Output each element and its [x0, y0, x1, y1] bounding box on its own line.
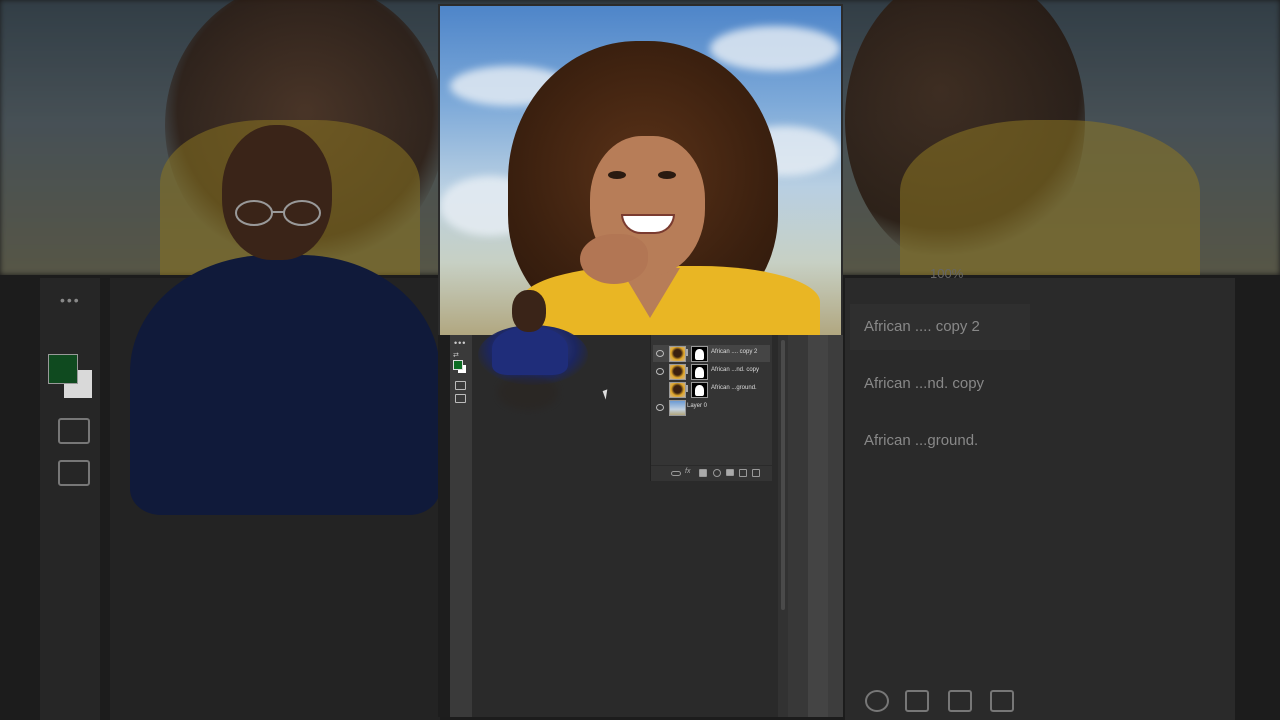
add-mask-icon[interactable]: [699, 469, 707, 477]
layer-mask-thumbnail[interactable]: [691, 364, 708, 380]
layer-name: Layer 0: [687, 403, 708, 409]
scrollbar-thumb[interactable]: [781, 340, 785, 610]
layer-thumbnail: [669, 364, 686, 380]
photoshop-workspace: ••• ⇄ African .... copy 2 African ...nd.…: [438, 290, 843, 717]
tools-panel: ••• ⇄: [450, 335, 472, 717]
adjustment-layer-icon[interactable]: [713, 469, 721, 477]
background-screenmode-icon: [58, 460, 90, 486]
layers-panel-footer: fx: [651, 465, 772, 480]
ps-left-edge: [438, 335, 450, 717]
background-trash-icon: [990, 690, 1014, 712]
panel-dock: [828, 335, 843, 717]
background-shirt-right: [900, 120, 1200, 280]
background-zoom-text: 100%: [930, 266, 964, 281]
background-quickmask-icon: [58, 418, 90, 444]
background-new-layer-icon: [948, 690, 972, 712]
presenter-glasses: [235, 200, 321, 226]
presenter-reflection: [498, 375, 558, 410]
fx-icon[interactable]: fx: [685, 468, 690, 475]
layer-row[interactable]: African .... copy 2: [653, 345, 770, 362]
panel-dock: [788, 335, 808, 717]
video-frame: ••• ⇄ African .... copy 2 African ...nd.…: [438, 4, 843, 717]
quick-mask-icon[interactable]: [455, 381, 466, 390]
layer-row[interactable]: Layer 0: [653, 399, 770, 416]
trash-icon[interactable]: [752, 469, 760, 477]
layer-row[interactable]: African ...ground.: [653, 381, 770, 398]
visibility-eye-icon[interactable]: [656, 368, 664, 375]
subject-eye: [658, 171, 676, 179]
link-layers-icon[interactable]: [671, 471, 681, 476]
mask-link-icon[interactable]: [686, 367, 688, 374]
foreground-color-swatch[interactable]: [453, 360, 463, 370]
background-fg-swatch: [48, 354, 78, 384]
visibility-eye-icon[interactable]: [656, 350, 664, 357]
visibility-eye-icon[interactable]: [656, 404, 664, 411]
subject-eye: [608, 171, 626, 179]
background-adjust-icon: [865, 690, 889, 712]
folder-icon[interactable]: [726, 469, 734, 476]
swap-colors-icon[interactable]: ⇄: [453, 351, 459, 359]
layer-thumbnail: [669, 346, 686, 362]
layer-mask-thumbnail[interactable]: [691, 346, 708, 362]
layer-mask-thumbnail[interactable]: [691, 382, 708, 398]
layer-thumbnail: [669, 400, 686, 416]
portrait-photo: [440, 6, 841, 335]
mask-link-icon[interactable]: [686, 349, 688, 356]
background-layer-label: African .... copy 2: [864, 318, 980, 335]
background-toolbar: [40, 278, 100, 720]
layer-name: African .... copy 2: [711, 349, 758, 355]
panel-dock: [808, 335, 828, 717]
layer-name: African ...nd. copy: [711, 367, 760, 373]
layer-row[interactable]: African ...nd. copy: [653, 363, 770, 380]
presenter-head: [222, 125, 332, 260]
new-layer-icon[interactable]: [739, 469, 747, 477]
more-tools-icon[interactable]: •••: [454, 338, 466, 348]
background-layer-label: African ...ground.: [864, 432, 979, 449]
presenter-body: [130, 255, 440, 515]
cloud: [710, 26, 840, 71]
layer-thumbnail: [669, 382, 686, 398]
subject-hand: [580, 234, 648, 284]
background-more-icon: •••: [60, 292, 81, 308]
presenter-bubble-body: [492, 327, 568, 375]
mask-link-icon[interactable]: [686, 385, 688, 392]
layer-name: African ...ground.: [711, 385, 757, 391]
screen-mode-icon[interactable]: [455, 394, 466, 403]
presenter-bubble-head: [512, 290, 546, 332]
background-layer-label: African ...nd. copy: [864, 375, 985, 392]
layers-panel: African .... copy 2 African ...nd. copy …: [650, 335, 772, 481]
background-folder-icon: [905, 690, 929, 712]
